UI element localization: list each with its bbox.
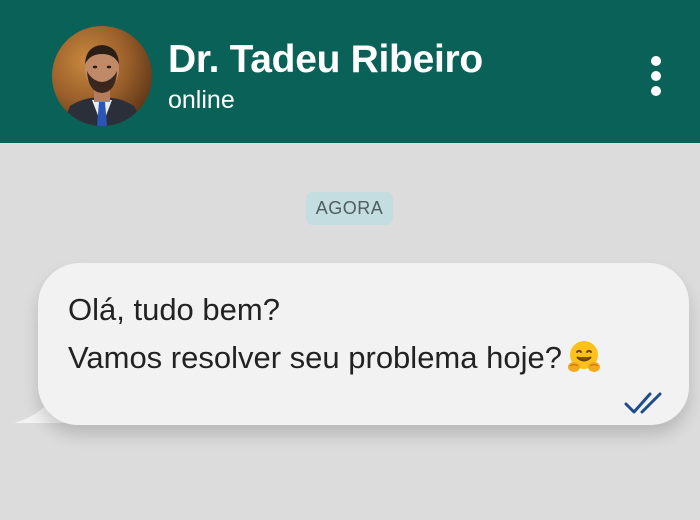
message-text-line: Olá, tudo bem? <box>68 292 280 327</box>
contact-photo <box>52 26 152 126</box>
double-check-read-icon <box>624 392 662 414</box>
more-options-button[interactable] <box>636 50 676 102</box>
message-status <box>623 390 671 416</box>
contact-avatar[interactable] <box>52 26 152 126</box>
message-text-line: Vamos resolver seu problema hoje? <box>68 339 602 376</box>
chat-header: Dr. Tadeu Ribeiro online <box>0 0 700 143</box>
date-divider: AGORA <box>306 192 393 225</box>
contact-name[interactable]: Dr. Tadeu Ribeiro <box>168 38 483 82</box>
contact-status: online <box>168 86 235 114</box>
hugging-face-emoji-icon <box>566 339 602 375</box>
message-text: Vamos resolver seu problema hoje? <box>68 340 562 375</box>
